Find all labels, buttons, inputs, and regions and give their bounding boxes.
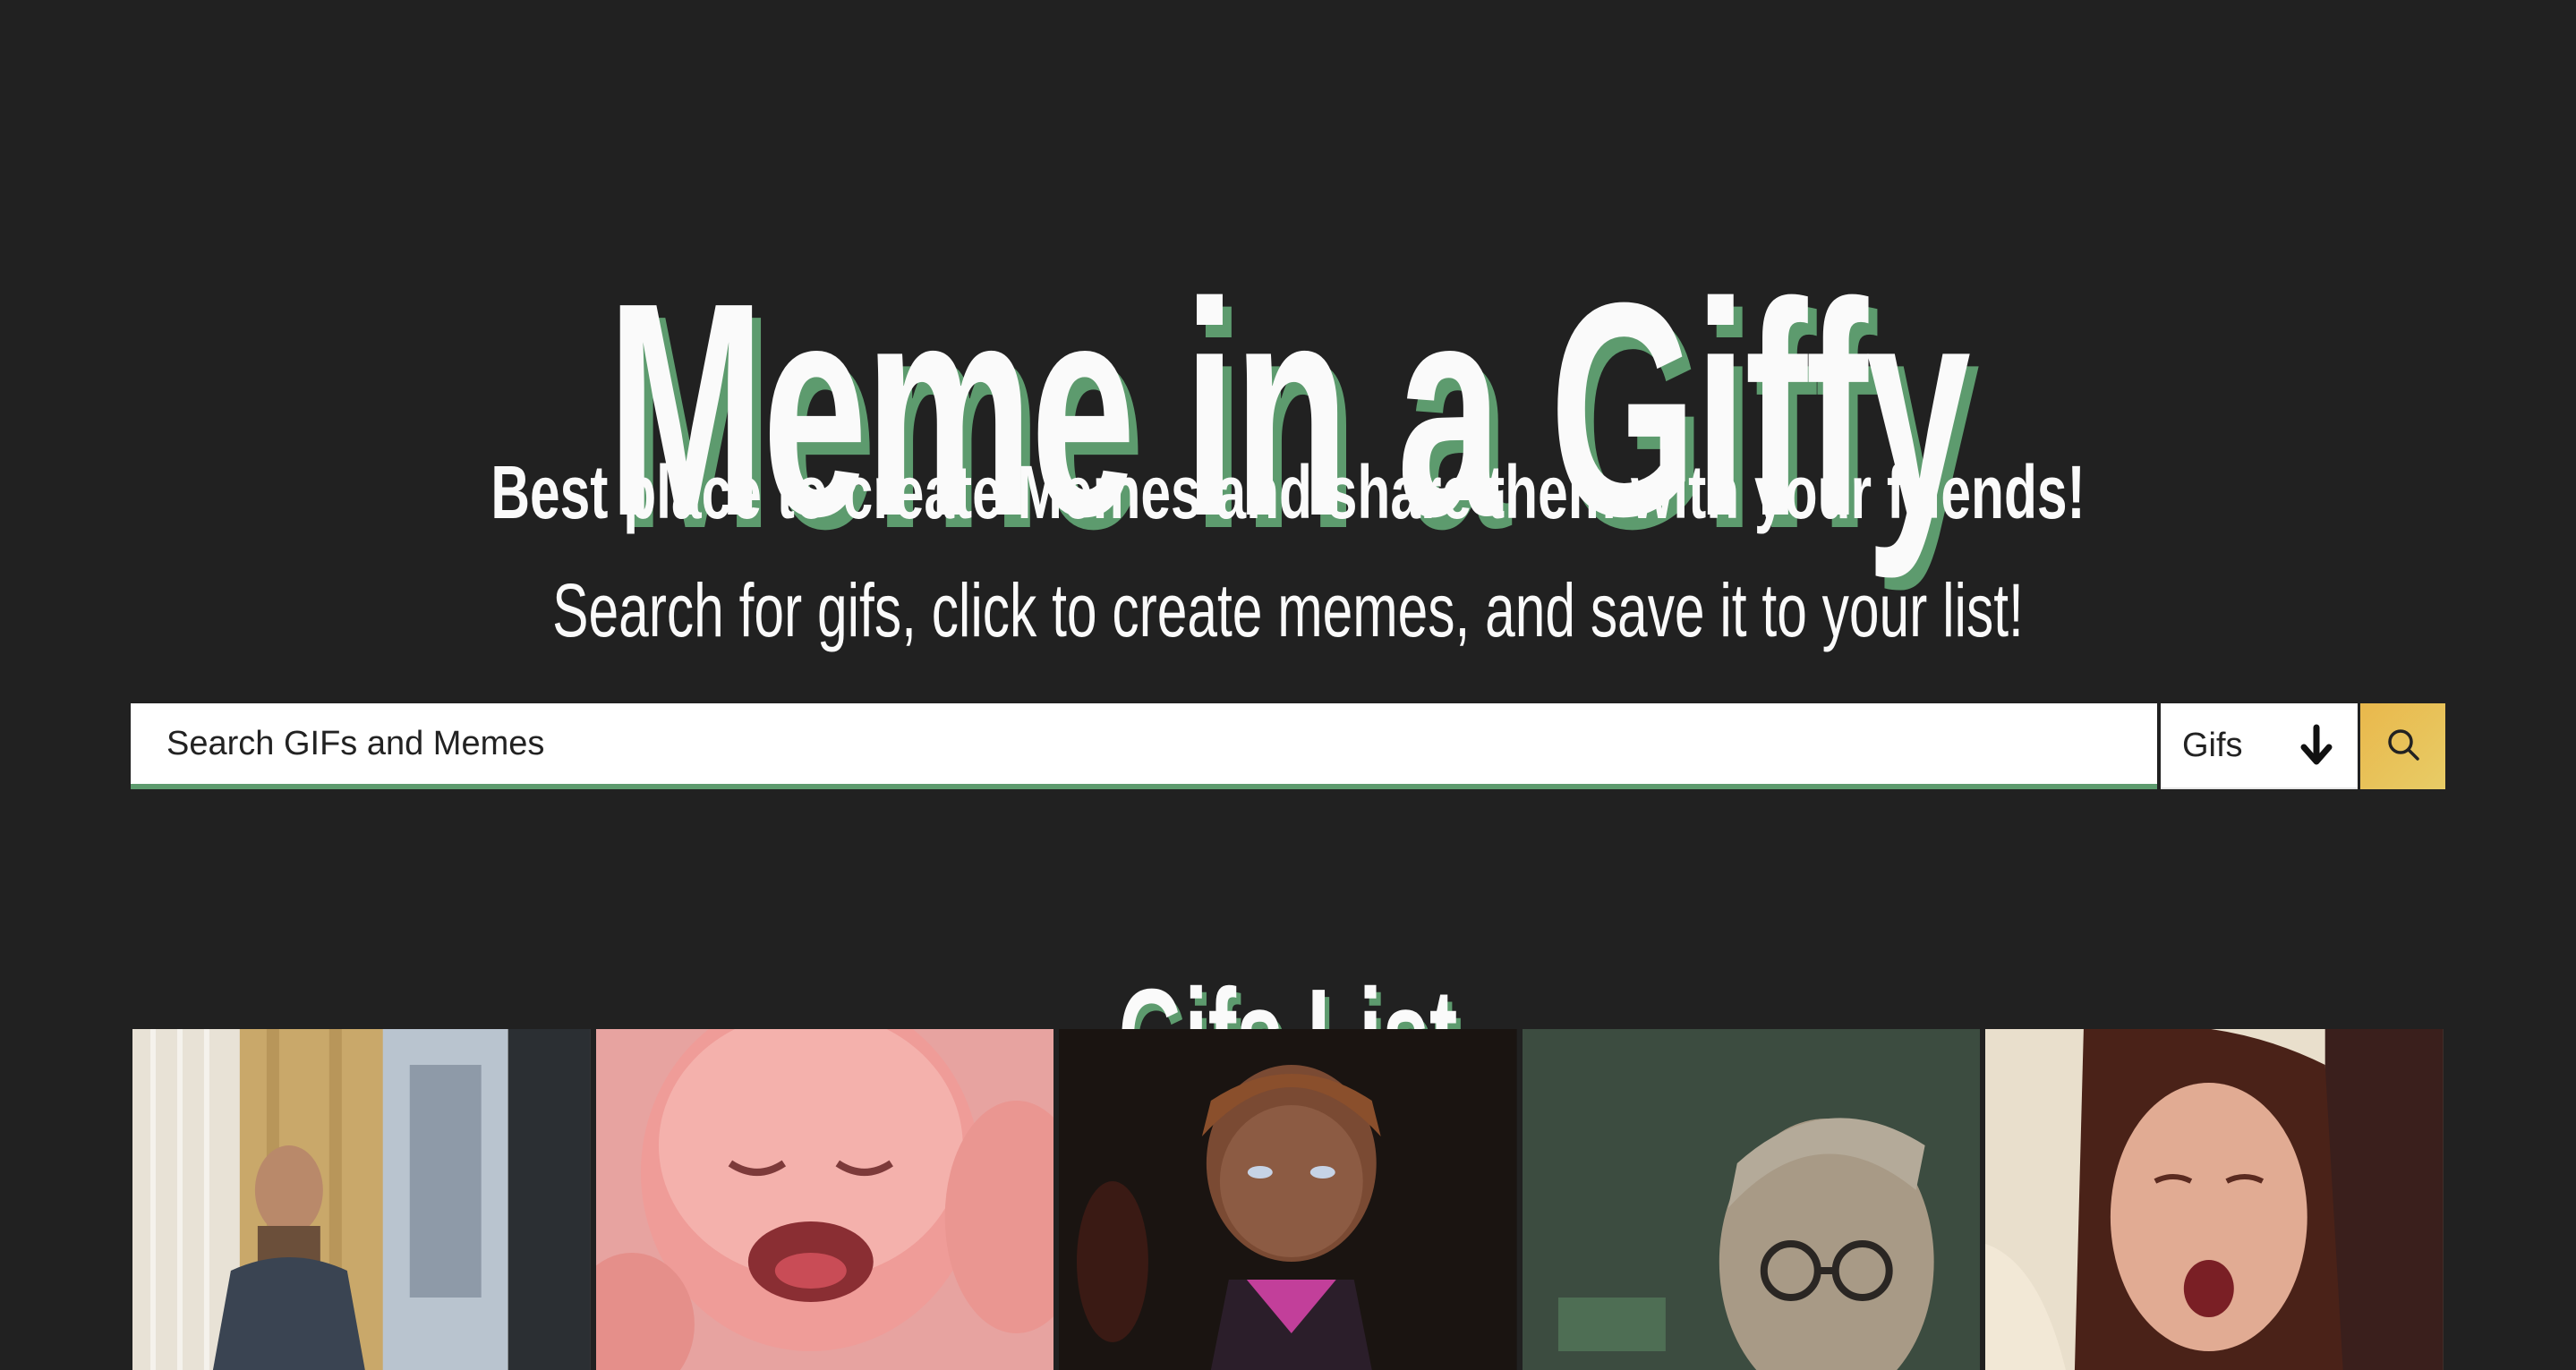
gif-man-glasses[interactable]: [1522, 1029, 1981, 1370]
tagline-primary: Best place to create Memes and share the…: [490, 450, 2086, 534]
search-input[interactable]: [131, 703, 2157, 789]
gif-grid: [132, 1029, 2444, 1370]
gif-doll-face[interactable]: [1059, 1029, 1517, 1370]
type-select-value: Gifs: [2182, 726, 2243, 764]
app-title: Meme in a Giffy: [607, 239, 1971, 580]
search-button[interactable]: [2360, 703, 2445, 789]
gif-office-man[interactable]: [132, 1029, 591, 1370]
gif-woman-gasp[interactable]: [1985, 1029, 2444, 1370]
type-select-dropdown[interactable]: Gifs: [2161, 703, 2358, 789]
search-bar: Gifs: [131, 703, 2445, 789]
arrow-down-icon: [2299, 724, 2334, 767]
tagline-secondary: Search for gifs, click to create memes, …: [552, 568, 2024, 652]
gif-crying-baby[interactable]: [595, 1029, 1054, 1370]
search-icon: [2386, 728, 2420, 766]
